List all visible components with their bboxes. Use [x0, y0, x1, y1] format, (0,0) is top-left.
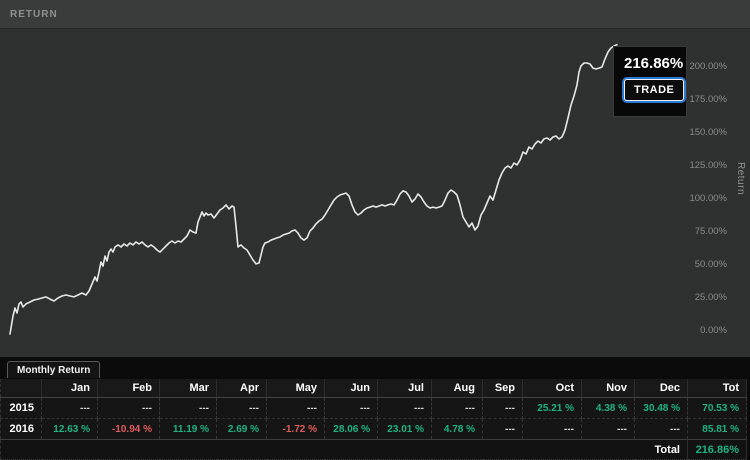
- year-label: 2015: [1, 398, 42, 419]
- return-cell: ---: [160, 398, 217, 419]
- monthly-return-panel: Monthly Return JanFebMarAprMayJunJulAugS…: [0, 357, 750, 459]
- y-axis-title: Return: [735, 162, 746, 195]
- table-row: 2015---------------------------25.21 %4.…: [1, 398, 747, 419]
- total-return-value: 216.86%: [688, 440, 747, 460]
- return-cell: 23.01 %: [378, 419, 432, 440]
- table-total-row: Total216.86%: [1, 440, 747, 460]
- month-header: Oct: [523, 379, 582, 398]
- return-cell: ---: [325, 398, 378, 419]
- chart-panel-title: RETURN: [10, 9, 58, 20]
- month-header: Nov: [582, 379, 635, 398]
- table-header-row: JanFebMarAprMayJunJulAugSepOctNovDecTot: [1, 379, 747, 398]
- return-cell: 30.48 %: [635, 398, 688, 419]
- year-label: 2016: [1, 419, 42, 440]
- monthly-return-table: JanFebMarAprMayJunJulAugSepOctNovDecTot2…: [0, 379, 747, 460]
- return-cell: 4.78 %: [432, 419, 483, 440]
- month-header: Apr: [217, 379, 267, 398]
- return-cell: 11.19 %: [160, 419, 217, 440]
- return-cell: 70.53 %: [688, 398, 747, 419]
- return-cell: 12.63 %: [42, 419, 98, 440]
- chart-panel-header: RETURN: [0, 0, 750, 29]
- month-header: Mar: [160, 379, 217, 398]
- trade-button[interactable]: TRADE: [624, 79, 684, 101]
- return-cell: 28.06 %: [325, 419, 378, 440]
- total-label: Total: [1, 440, 688, 460]
- return-cell: ---: [523, 419, 582, 440]
- return-cell: ---: [98, 398, 160, 419]
- month-header: Tot: [688, 379, 747, 398]
- month-header: Dec: [635, 379, 688, 398]
- return-cell: ---: [217, 398, 267, 419]
- corner-cell: [1, 379, 42, 398]
- month-header: Feb: [98, 379, 160, 398]
- tab-monthly-return[interactable]: Monthly Return: [7, 361, 100, 378]
- month-header: Aug: [432, 379, 483, 398]
- return-cell: ---: [635, 419, 688, 440]
- tooltip-return-value: 216.86%: [624, 55, 686, 72]
- table-row: 201612.63 %-10.94 %11.19 %2.69 %-1.72 %2…: [1, 419, 747, 440]
- return-cell: 2.69 %: [217, 419, 267, 440]
- chart-tooltip: 216.86% TRADE: [613, 46, 687, 117]
- return-cell: ---: [42, 398, 98, 419]
- return-cell: 85.81 %: [688, 419, 747, 440]
- month-header: Jan: [42, 379, 98, 398]
- return-line: [10, 45, 617, 334]
- return-cell: 4.38 %: [582, 398, 635, 419]
- return-chart-panel: RETURN 200.00%175.00%150.00%125.00%100.0…: [0, 0, 750, 357]
- month-header: May: [267, 379, 325, 398]
- month-header: Jun: [325, 379, 378, 398]
- return-cell: -1.72 %: [267, 419, 325, 440]
- return-cell: ---: [483, 419, 523, 440]
- month-header: Jul: [378, 379, 432, 398]
- return-cell: 25.21 %: [523, 398, 582, 419]
- month-header: Sep: [483, 379, 523, 398]
- return-cell: ---: [582, 419, 635, 440]
- return-cell: -10.94 %: [98, 419, 160, 440]
- return-cell: ---: [378, 398, 432, 419]
- table-body: JanFebMarAprMayJunJulAugSepOctNovDecTot2…: [1, 379, 747, 460]
- return-cell: ---: [483, 398, 523, 419]
- return-cell: ---: [432, 398, 483, 419]
- return-cell: ---: [267, 398, 325, 419]
